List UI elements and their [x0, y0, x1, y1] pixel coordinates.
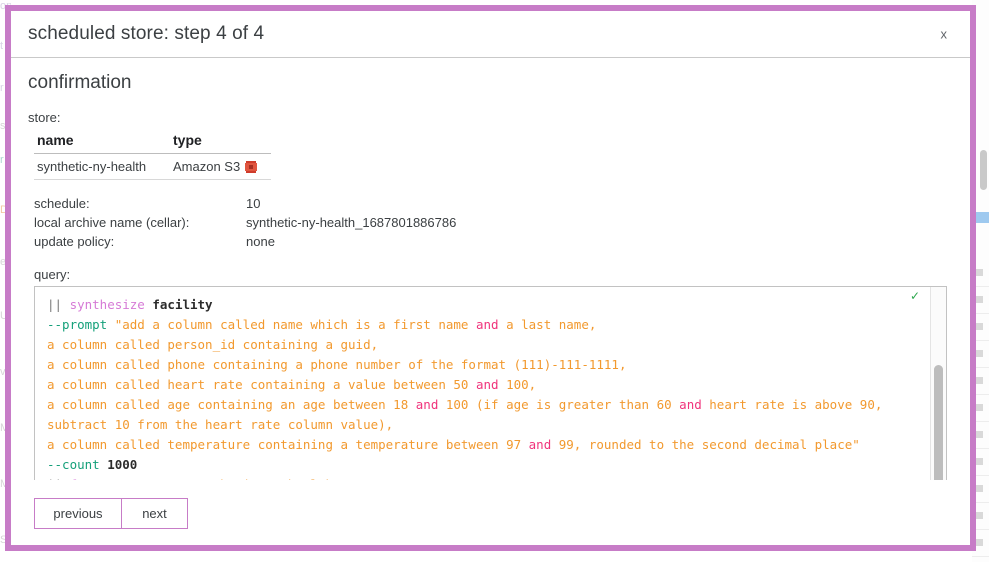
detail-row-local-archive-name: local archive name (cellar): synthetic-n…	[34, 213, 953, 232]
query-token: and	[475, 377, 499, 392]
query-code-line: --prompt "add a column called name which…	[47, 315, 918, 335]
amazon-s3-icon	[245, 161, 258, 173]
table-header-row: name type	[34, 130, 271, 154]
query-code-line: subtract 10 from the heart rate column v…	[47, 415, 918, 435]
query-token: ||	[47, 477, 70, 480]
query-token: subtract 10 from the heart rate column v…	[47, 417, 394, 432]
table-row: synthetic-ny-health Amazon S3	[34, 153, 271, 180]
query-token: ||	[47, 297, 70, 312]
query-token: and	[475, 317, 499, 332]
query-token: and	[528, 437, 552, 452]
detail-row-schedule: schedule: 10	[34, 194, 953, 213]
query-token: a column called person_id containing a g…	[47, 337, 379, 352]
detail-value: synthetic-ny-health_1687801886786	[246, 215, 457, 230]
query-token: --prompt	[47, 317, 115, 332]
column-header-type: type	[170, 130, 271, 154]
query-token: and	[415, 397, 439, 412]
query-token: a column called temperature containing a…	[47, 437, 529, 452]
query-code-line: a column called heart rate containing a …	[47, 375, 918, 395]
query-token: 100 (if age is greater than 60	[438, 397, 680, 412]
query-token: synthesize	[69, 297, 153, 312]
query-token: --store	[122, 477, 182, 480]
store-table: name type synthetic-ny-health Amazon S3	[34, 130, 271, 180]
dialog-header: scheduled store: step 4 of 4 x	[11, 11, 970, 58]
query-token: 99, rounded to the second decimal place"	[551, 437, 860, 452]
query-token: facility	[152, 297, 213, 312]
query-code-line: || synthesize facility	[47, 295, 918, 315]
green-check-icon: ✓	[909, 289, 920, 303]
query-token: a column called age containing an age be…	[47, 397, 416, 412]
detail-value: 10	[246, 196, 261, 211]
query-code-line: || freeze --store "synthetic-ny-health"	[47, 475, 918, 480]
dialog-title: scheduled store: step 4 of 4	[28, 23, 265, 44]
app-root: ons t r s r D e U v M M S s	[0, 0, 989, 562]
detail-key: schedule:	[34, 196, 90, 211]
query-token: --count	[47, 457, 108, 472]
query-token: and	[679, 397, 702, 412]
query-label: query:	[34, 267, 71, 282]
query-code-line: --count 1000	[47, 455, 918, 475]
detail-key: update policy:	[34, 234, 115, 249]
close-icon[interactable]: x	[935, 24, 954, 45]
query-token: freeze	[70, 477, 123, 480]
store-label: store:	[28, 110, 61, 125]
detail-key: local archive name (cellar):	[34, 215, 190, 230]
query-token: a column called phone containing a phone…	[47, 357, 627, 372]
query-code-line: a column called phone containing a phone…	[47, 355, 918, 375]
background-scrollbar[interactable]	[980, 150, 987, 190]
query-token: 1000	[107, 457, 138, 472]
query-code-box[interactable]: || synthesize facility --prompt "add a co…	[34, 286, 947, 480]
scheduled-store-dialog: scheduled store: step 4 of 4 x confirmat…	[5, 5, 976, 551]
details-list: schedule: 10 local archive name (cellar)…	[34, 194, 953, 251]
query-code-line: a column called temperature containing a…	[47, 435, 918, 455]
query-token: "add a column called name which is a fir…	[114, 317, 476, 332]
cell-store-name: synthetic-ny-health	[34, 153, 170, 180]
store-type-label: Amazon S3	[173, 159, 241, 174]
query-code-line: a column called age containing an age be…	[47, 395, 918, 415]
dialog-body: confirmation store: name type synthetic-…	[11, 58, 970, 480]
section-title: confirmation	[28, 72, 132, 93]
query-scrollbar-thumb[interactable]	[934, 365, 943, 480]
query-code-content[interactable]: || synthesize facility --prompt "add a co…	[35, 287, 924, 480]
cell-store-type: Amazon S3	[170, 153, 271, 180]
dialog-footer: previous next	[11, 480, 970, 545]
column-header-name: name	[34, 130, 170, 154]
query-token: heart rate is above 90,	[701, 397, 883, 412]
detail-value: none	[246, 234, 275, 249]
query-token: a last name,	[498, 317, 597, 332]
query-code-line: a column called person_id containing a g…	[47, 335, 918, 355]
next-button[interactable]: next	[122, 498, 188, 529]
query-token: 100,	[498, 377, 537, 392]
previous-button[interactable]: previous	[34, 498, 122, 529]
query-scrollbar[interactable]	[930, 287, 946, 480]
query-token: "synthetic-ny-health"	[182, 477, 340, 480]
detail-row-update-policy: update policy: none	[34, 232, 953, 251]
query-token: a column called heart rate containing a …	[47, 377, 476, 392]
